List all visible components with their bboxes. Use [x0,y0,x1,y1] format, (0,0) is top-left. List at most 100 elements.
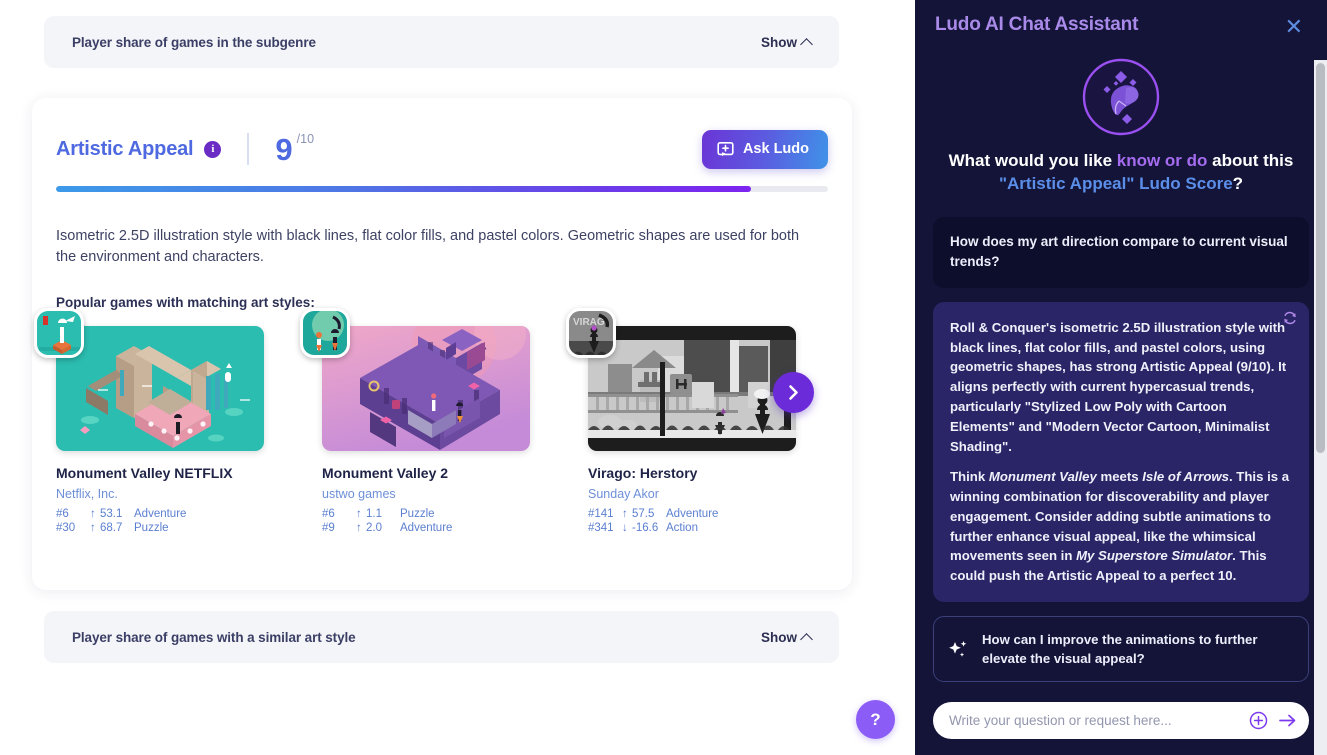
game-title: Monument Valley NETFLIX [56,465,233,482]
game-card[interactable]: VIRAG Virago: Herstory Sunday Akor #141 … [566,308,814,535]
ai-paragraph-1: Roll & Conquer's isometric 2.5D illustra… [950,319,1287,454]
collapsible-section-similar-art-style[interactable]: Player share of games with a similar art… [44,611,839,663]
chat-header: Ludo AI Chat Assistant ✕ [915,0,1327,44]
ludo-logo [933,58,1309,136]
chat-ai-message: Roll & Conquer's isometric 2.5D illustra… [933,301,1309,603]
game-icon-badge: VIRAG [566,308,616,359]
stat-value: -16.6 [632,522,659,535]
arrow-down-icon: ↓ [622,522,628,535]
stat-rank: #6 [56,508,69,521]
matching-games-label: Popular games with matching art styles: [56,295,315,311]
send-arrow-icon[interactable] [1278,712,1298,729]
stat-rank: #30 [56,522,76,535]
info-icon[interactable]: i [204,140,222,158]
score-progress-bar [56,186,828,192]
chat-suggestions: How can I improve the animations to furt… [933,616,1309,692]
chat-input-bar [915,692,1327,755]
chat-title: Ludo AI Chat Assistant [935,14,1139,35]
chevron-up-icon [800,632,813,646]
intro-part-2: about this [1207,151,1294,170]
app-root: Player share of games in the subgenre Sh… [0,0,1327,755]
game-stat-row: #141 ↑ 57.5 Adventure [588,507,796,521]
chat-scrollbar-thumb[interactable] [1316,63,1325,453]
section-title: Player share of games in the subgenre [72,34,316,50]
ai-game-ref-2: Isle of Arrows [1142,469,1229,485]
popular-games-row: Monument Valley NETFLIX Netflix, Inc. #6… [34,308,852,535]
suggestion-chip[interactable]: How can I improve the animations to furt… [933,616,1309,683]
score-header-left: Artistic Appeal i 9 /10 [56,131,315,167]
ai-p2-mid1: meets [1096,469,1143,485]
close-icon[interactable]: ✕ [1281,14,1307,40]
arrow-up-icon: ↑ [90,522,96,535]
stat-rank: #141 [588,508,614,521]
ludo-chat-panel: Ludo AI Chat Assistant ✕ What would you … [915,0,1327,755]
game-developer: Sunday Akor [588,487,659,502]
game-stat-row: #9 ↑ 2.0 Adventure [322,521,530,535]
stat-genre: Adventure [400,522,453,535]
stat-rank: #9 [322,522,335,535]
next-games-button[interactable] [773,372,814,414]
help-button[interactable]: ? [856,700,895,739]
ask-ludo-button[interactable]: Ask Ludo [701,129,828,169]
stat-value: 57.5 [632,508,655,521]
plus-circle-icon[interactable] [1249,711,1268,730]
suggestion-text: How can I improve the animations to furt… [982,632,1258,667]
stat-genre: Puzzle [400,508,435,521]
game-icon-badge [300,308,350,359]
game-stats: #6 ↑ 1.1 Puzzle #9 ↑ 2.0 Adventure [322,507,530,535]
chat-plus-icon [717,141,734,158]
svg-text:VIRAG: VIRAG [573,317,605,328]
ai-game-ref-3: My Superstore Simulator [1076,548,1233,564]
style-description: Isometric 2.5D illustration style with b… [56,228,800,265]
game-stat-row: #30 ↑ 68.7 Puzzle [56,521,264,535]
regenerate-icon[interactable] [1282,310,1298,332]
game-stat-row: #6 ↑ 1.1 Puzzle [322,507,530,521]
chevron-right-icon [789,385,798,400]
stat-genre: Adventure [134,508,187,521]
arrow-up-icon: ↑ [356,508,362,521]
ai-p2-pre: Think [950,469,989,485]
game-card[interactable]: Monument Valley 2 ustwo games #6 ↑ 1.1 Puzz… [300,308,530,535]
game-title: Monument Valley 2 [322,465,449,482]
stat-value: 2.0 [366,522,382,535]
chat-message-list[interactable]: What would you like know or do about thi… [915,44,1327,692]
panel-header: Artistic Appeal i 9 /10 Ask Ludo [32,98,852,170]
game-stats: #141 ↑ 57.5 Adventure #341 ↓ -16.6 Action [588,507,796,535]
chevron-up-icon [800,37,813,51]
game-icon-badge [34,308,84,359]
game-card[interactable]: Monument Valley NETFLIX Netflix, Inc. #6… [34,308,264,535]
page-title: Artistic Appeal [56,137,194,160]
stat-genre: Adventure [666,508,719,521]
arrow-up-icon: ↑ [356,522,362,535]
arrow-up-icon: ↑ [90,508,96,521]
artistic-appeal-panel: Artistic Appeal i 9 /10 Ask Ludo Isometr… [32,98,852,590]
ai-paragraph-2: Think Monument Valley meets Isle of Arro… [950,467,1292,586]
section-title: Player share of games with a similar art… [72,629,356,645]
show-label: Show [761,34,797,50]
game-developer: Netflix, Inc. [56,487,118,502]
score-progress-fill [56,186,751,192]
intro-part-3: ? [1232,173,1244,193]
stat-genre: Puzzle [134,522,169,535]
ai-game-ref-1: Monument Valley [988,469,1097,485]
score-value: 9 [275,131,293,167]
show-label: Show [761,629,797,645]
intro-part-1: What would you like [948,151,1117,170]
stat-value: 1.1 [366,508,382,521]
show-toggle-art-style[interactable]: Show [761,629,813,646]
intro-highlight-1: know or do [1116,151,1208,170]
collapsible-section-subgenre-player-share[interactable]: Player share of games in the subgenre Sh… [44,16,839,68]
stat-genre: Action [666,522,698,535]
game-thumbnail-monument-valley-2[interactable] [322,326,530,452]
show-toggle-subgenre[interactable]: Show [761,34,813,51]
game-thumbnail-monument-valley-netflix[interactable] [56,326,264,452]
stat-value: 53.1 [100,508,123,521]
ask-ludo-label: Ask Ludo [742,141,809,157]
score-denominator: /10 [296,132,315,146]
chat-input-field[interactable] [949,713,1239,728]
game-thumbnail-virago-herstory[interactable] [588,326,796,452]
game-developer: ustwo games [322,487,396,502]
game-title: Virago: Herstory [588,465,698,482]
game-stat-row: #6 ↑ 53.1 Adventure [56,507,264,521]
chat-input-container[interactable] [933,702,1309,739]
